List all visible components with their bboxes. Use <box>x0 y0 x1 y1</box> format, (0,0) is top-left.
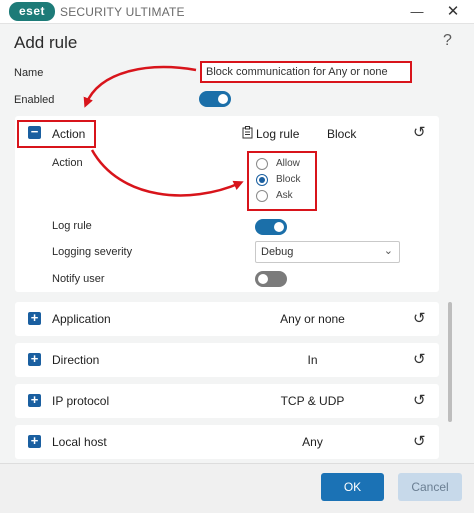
reset-icon[interactable]: ↺ <box>413 309 426 327</box>
arrow-name-to-enabled <box>83 65 197 108</box>
minimize-button[interactable]: — <box>400 0 434 24</box>
logging-severity-label: Logging severity <box>52 246 133 258</box>
action-highlight <box>17 120 96 148</box>
section-value: In <box>307 353 318 367</box>
section-application[interactable]: + Application Any or none ↺ <box>15 302 439 336</box>
expand-icon[interactable]: + <box>28 311 41 325</box>
eset-logo: eset <box>9 2 55 21</box>
enabled-toggle[interactable] <box>199 91 231 107</box>
cancel-button[interactable]: Cancel <box>398 473 462 501</box>
section-value: Any or none <box>280 312 345 326</box>
notify-user-label: Notify user <box>52 273 105 285</box>
log-rule-toggle[interactable] <box>255 219 287 235</box>
action-label: Action <box>52 157 83 169</box>
section-ip-protocol[interactable]: + IP protocol TCP & UDP ↺ <box>15 384 439 418</box>
section-title[interactable]: Direction <box>52 353 99 367</box>
name-label: Name <box>14 67 44 79</box>
enabled-label: Enabled <box>14 94 55 106</box>
help-icon[interactable]: ? <box>443 32 452 50</box>
close-button[interactable]: ✕ <box>436 0 470 24</box>
section-direction[interactable]: + Direction In ↺ <box>15 343 439 377</box>
name-input[interactable] <box>200 61 412 83</box>
section-title[interactable]: Local host <box>52 435 107 449</box>
reset-icon[interactable]: ↺ <box>413 350 426 368</box>
expand-icon[interactable]: + <box>28 434 41 448</box>
section-local-host[interactable]: + Local host Any ↺ <box>15 425 439 459</box>
notify-user-toggle[interactable] <box>255 271 287 287</box>
log-rule-label: Log rule <box>52 220 92 232</box>
toggle-knob <box>274 222 284 232</box>
action-summary-value: Block <box>327 127 357 141</box>
reset-icon[interactable]: ↺ <box>413 123 426 141</box>
section-value: TCP & UDP <box>280 394 345 408</box>
ok-button[interactable]: OK <box>321 473 384 501</box>
section-value: Any <box>302 435 323 449</box>
section-title[interactable]: Application <box>52 312 111 326</box>
log-rule-icon <box>242 126 253 142</box>
expand-icon[interactable]: + <box>28 352 41 366</box>
select-value: Debug <box>261 246 294 258</box>
scrollbar[interactable] <box>448 302 452 422</box>
dialog-title: Add rule <box>14 33 78 52</box>
section-title[interactable]: IP protocol <box>52 394 109 408</box>
radio-group-highlight <box>247 151 317 211</box>
toggle-knob <box>258 274 268 284</box>
reset-icon[interactable]: ↺ <box>413 391 426 409</box>
log-rule-summary: Log rule <box>256 127 300 141</box>
expand-icon[interactable]: + <box>28 393 41 407</box>
app-title: SECURITY ULTIMATE <box>60 5 185 19</box>
title-bar: eset SECURITY ULTIMATE — ✕ <box>0 0 474 24</box>
reset-icon[interactable]: ↺ <box>413 432 426 450</box>
toggle-knob <box>218 94 228 104</box>
clipboard-icon <box>242 126 253 139</box>
chevron-down-icon: ⌄ <box>383 245 393 257</box>
logging-severity-select[interactable]: Debug ⌄ <box>255 241 400 263</box>
